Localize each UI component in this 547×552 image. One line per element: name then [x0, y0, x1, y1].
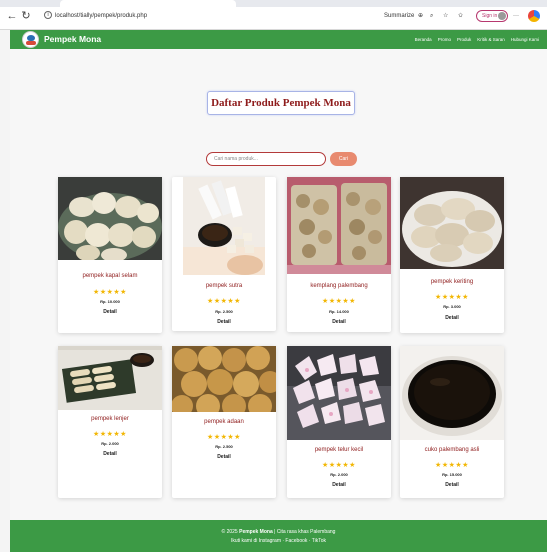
product-name[interactable]: cuko palembang asli — [400, 447, 504, 453]
nav-item-produk[interactable]: Produk — [457, 30, 471, 49]
url-text: localhost/tially/pempek/produk.php — [55, 13, 148, 19]
detail-link[interactable]: Detail — [287, 319, 391, 325]
product-image[interactable] — [183, 177, 265, 275]
share-icon[interactable]: ⊕ — [418, 10, 423, 23]
active-tab[interactable] — [60, 0, 236, 7]
product-name[interactable]: pempek sutra — [172, 283, 276, 289]
site-footer: © 2025 Pempek Mona | Cita rasa khas Pale… — [10, 520, 547, 552]
product-image[interactable] — [287, 177, 391, 274]
product-price: Rp. 2.000 — [330, 472, 348, 477]
rating-stars-icon: ★★★★★ — [322, 462, 356, 469]
product-name[interactable]: pempek lenjer — [58, 416, 162, 422]
info-icon[interactable]: i — [44, 11, 52, 20]
rating-stars-icon: ★★★★★ — [435, 294, 469, 301]
product-price: Rp. 10.000 — [100, 299, 120, 304]
product-card[interactable]: kemplang palembang ★★★★★ Rp. 14.000 Deta… — [287, 177, 391, 332]
detail-link[interactable]: Detail — [400, 315, 504, 321]
profile-avatar-icon — [498, 12, 506, 20]
detail-link[interactable]: Detail — [287, 482, 391, 488]
product-price: Rp. 2.000 — [101, 441, 119, 446]
rating-stars-icon: ★★★★★ — [93, 289, 127, 296]
product-price: Rp. 14.000 — [329, 309, 349, 314]
nav-item-promo[interactable]: Promo — [438, 30, 451, 49]
detail-link[interactable]: Detail — [58, 451, 162, 457]
site-navbar: Pempek Mona Beranda Promo Produk Kritik … — [10, 30, 547, 49]
footer-copyright: © 2025 Pempek Mona | Cita rasa khas Pale… — [221, 529, 336, 535]
search-input[interactable] — [206, 152, 326, 166]
reload-icon[interactable]: ↻ — [20, 10, 32, 22]
product-card[interactable]: pempek adaan ★★★★★ Rp. 2.500 Detail — [172, 346, 276, 498]
detail-link[interactable]: Detail — [400, 482, 504, 488]
product-price: Rp. 3.000 — [443, 304, 461, 309]
product-price: Rp. 2.500 — [215, 309, 233, 314]
back-arrow-icon[interactable]: ← — [6, 10, 18, 22]
favorites-icon[interactable]: ✩ — [458, 10, 463, 23]
product-card[interactable]: pempek telur kecil ★★★★★ Rp. 2.000 Detai… — [287, 346, 391, 498]
rating-stars-icon: ★★★★★ — [207, 298, 241, 305]
product-image[interactable] — [400, 177, 504, 269]
rating-stars-icon: ★★★★★ — [435, 462, 469, 469]
product-price: Rp. 15.000 — [442, 472, 462, 477]
product-name[interactable]: pempek telur kecil — [287, 447, 391, 453]
nav-menu: Beranda Promo Produk Kritik & Saran Hubu… — [415, 30, 539, 49]
product-card[interactable]: pempek kapal selam ★★★★★ Rp. 10.000 Deta… — [58, 177, 162, 333]
product-price: Rp. 2.500 — [215, 444, 233, 449]
copilot-icon[interactable] — [528, 10, 540, 22]
summarize-button[interactable]: Summarize — [384, 10, 414, 23]
more-menu-icon[interactable]: ··· — [513, 10, 519, 23]
address-bar[interactable]: i localhost/tially/pempek/produk.php — [44, 10, 374, 23]
browser-toolbar: ← ↻ i localhost/tially/pempek/produk.php … — [0, 0, 547, 30]
footer-brand: Pempek Mona — [239, 529, 273, 535]
product-name[interactable]: pempek keriting — [400, 279, 504, 285]
product-image[interactable] — [287, 346, 391, 440]
detail-link[interactable]: Detail — [172, 454, 276, 460]
rating-stars-icon: ★★★★★ — [93, 431, 127, 438]
detail-link[interactable]: Detail — [58, 309, 162, 315]
product-card[interactable]: pempek sutra ★★★★★ Rp. 2.500 Detail — [172, 177, 276, 331]
rating-stars-icon: ★★★★★ — [322, 298, 356, 305]
footer-social[interactable]: Ikuti kami di Instagram · Facebook · Tik… — [10, 538, 547, 544]
product-image[interactable] — [58, 346, 162, 410]
product-name[interactable]: pempek kapal selam — [58, 273, 162, 279]
product-card[interactable]: pempek lenjer ★★★★★ Rp. 2.000 Detail — [58, 346, 162, 498]
zoom-icon[interactable]: ⌕ — [430, 10, 433, 23]
search-button[interactable]: Cari — [330, 152, 357, 166]
bookmark-star-icon[interactable]: ☆ — [443, 10, 448, 23]
rating-stars-icon: ★★★★★ — [207, 434, 241, 441]
page-title: Daftar Produk Pempek Mona — [207, 91, 355, 115]
detail-link[interactable]: Detail — [172, 319, 276, 325]
product-image[interactable] — [400, 346, 504, 440]
brand-logo-icon[interactable] — [22, 31, 39, 48]
product-image[interactable] — [58, 177, 162, 260]
nav-item-kritik-saran[interactable]: Kritik & Saran — [477, 30, 505, 49]
product-name[interactable]: pempek adaan — [172, 419, 276, 425]
brand-name[interactable]: Pempek Mona — [44, 30, 101, 49]
product-card[interactable]: cuko palembang asli ★★★★★ Rp. 15.000 Det… — [400, 346, 504, 498]
product-card[interactable]: pempek keriting ★★★★★ Rp. 3.000 Detail — [400, 177, 504, 333]
product-name[interactable]: kemplang palembang — [287, 283, 391, 289]
sign-in-button[interactable]: Sign in — [476, 10, 508, 22]
tab-strip — [0, 0, 547, 7]
nav-item-beranda[interactable]: Beranda — [415, 30, 432, 49]
nav-item-hubungi-kami[interactable]: Hubungi Kami — [511, 30, 539, 49]
product-image[interactable] — [172, 346, 276, 412]
